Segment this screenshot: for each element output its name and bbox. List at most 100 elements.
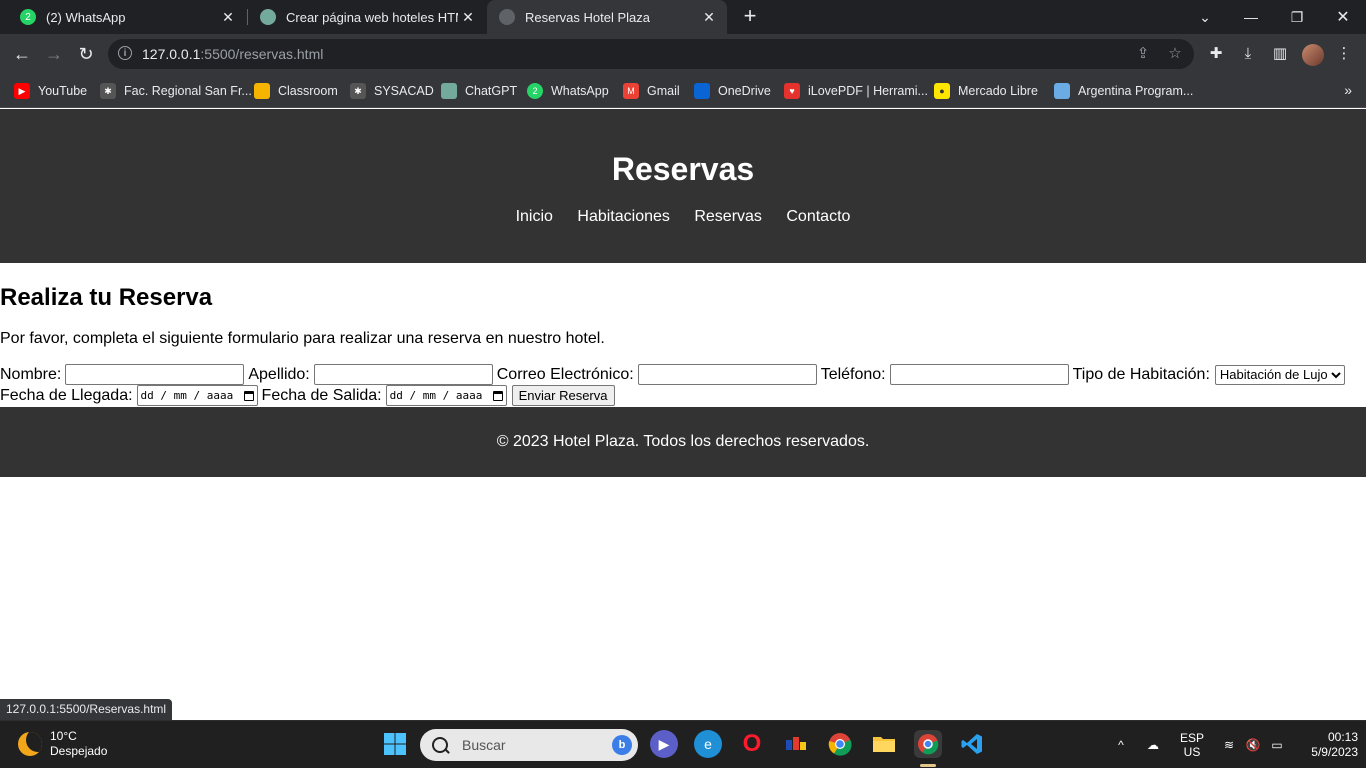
site-footer: © 2023 Hotel Plaza. Todos los derechos r… — [0, 407, 1366, 477]
clock[interactable]: 00:13 5/9/2023 — [1296, 721, 1358, 769]
url-host: 127.0.0.1 — [142, 46, 201, 62]
nav-reservas[interactable]: Reservas — [694, 208, 762, 225]
bookmark-onedrive[interactable]: OneDrive — [694, 82, 771, 100]
bing-icon[interactable]: b — [612, 735, 632, 755]
form-row-2: Fecha de Llegada: dd / mm / aaaa Fecha d… — [0, 385, 615, 406]
extensions-puzzle-icon[interactable]: ✚ — [1206, 44, 1226, 64]
tab-title: (2) WhatsApp — [46, 9, 126, 25]
gmail-icon: M — [623, 83, 639, 99]
telefono-input[interactable] — [889, 364, 1069, 385]
nav-habitaciones[interactable]: Habitaciones — [577, 208, 670, 225]
calendar-icon[interactable] — [492, 390, 503, 401]
moon-icon — [18, 732, 42, 756]
globe-icon — [499, 9, 515, 25]
menu-kebab-icon[interactable]: ⋮ — [1334, 44, 1354, 64]
tray-chevron-up-icon[interactable]: ^ — [1110, 721, 1132, 769]
apellido-label: Apellido: — [248, 366, 310, 383]
temperature: 10°C — [50, 729, 77, 743]
search-icon — [432, 737, 448, 753]
lang-bottom: US — [1183, 745, 1201, 759]
vscode-icon[interactable] — [958, 730, 986, 758]
opera-icon[interactable]: O — [738, 730, 766, 758]
argentina-program-icon — [1054, 83, 1070, 99]
fecha-salida-input[interactable]: dd / mm / aaaa — [385, 385, 507, 406]
bookmarks-overflow-icon[interactable]: » — [1344, 82, 1352, 98]
bookmark-utn[interactable]: ✱ Fac. Regional San Fr... — [100, 82, 252, 100]
onedrive-tray-icon[interactable]: ☁ — [1142, 721, 1164, 769]
bookmark-label: ChatGPT — [465, 84, 518, 98]
teams-chat-icon[interactable]: ▶ — [650, 730, 678, 758]
side-panel-icon[interactable]: ▥ — [1270, 44, 1290, 64]
bookmark-label: Classroom — [278, 84, 338, 98]
windows-taskbar: 10°C Despejado Buscar b ▶ e O ^ ☁ ESP US… — [0, 720, 1366, 768]
windows-start-icon[interactable] — [381, 730, 409, 758]
email-input[interactable] — [637, 364, 817, 385]
bookmark-gmail[interactable]: M Gmail — [623, 82, 680, 100]
restore-icon[interactable]: ❐ — [1274, 0, 1320, 34]
ilovepdf-icon: ♥ — [784, 83, 800, 99]
share-icon[interactable]: ⇪ — [1134, 45, 1152, 63]
utn-icon: ✱ — [100, 83, 116, 99]
minimize-icon[interactable]: — — [1228, 0, 1274, 34]
telefono-label: Teléfono: — [820, 366, 886, 383]
close-tab-icon[interactable]: ✕ — [218, 9, 238, 26]
close-tab-icon[interactable]: ✕ — [699, 9, 719, 26]
tipo-habitacion-label: Tipo de Habitación: — [1072, 366, 1210, 383]
bookmark-chatgpt[interactable]: ChatGPT — [441, 82, 517, 100]
bookmark-label: YouTube — [38, 84, 88, 98]
file-explorer-icon[interactable] — [870, 730, 898, 758]
date-placeholder: dd / mm / aaaa — [140, 389, 234, 402]
calendar-icon[interactable] — [243, 390, 254, 401]
correo-label: Correo Electrónico: — [496, 366, 634, 383]
taskbar-search[interactable]: Buscar b — [420, 729, 638, 761]
chrome-icon[interactable] — [826, 730, 854, 758]
weather-condition: Despejado — [50, 744, 108, 758]
enviar-reserva-button[interactable]: Enviar Reserva — [511, 385, 615, 406]
site-nav: Inicio Habitaciones Reservas Contacto — [0, 208, 1366, 226]
bookmark-argentina-program[interactable]: Argentina Program... — [1054, 82, 1193, 100]
nombre-input[interactable] — [65, 364, 245, 385]
download-icon[interactable]: ⤓ — [1238, 44, 1258, 64]
back-arrow-icon[interactable]: ← — [8, 40, 36, 68]
bookmark-classroom[interactable]: Classroom — [254, 82, 338, 100]
active-app-indicator — [920, 764, 936, 767]
profile-avatar[interactable] — [1302, 44, 1324, 66]
bookmark-whatsapp[interactable]: 2 WhatsApp — [527, 82, 609, 100]
bookmark-sysacad[interactable]: ✱ SYSACAD — [350, 82, 434, 100]
wifi-icon[interactable]: ≋ — [1218, 721, 1240, 769]
new-tab-plus-icon[interactable]: + — [738, 5, 762, 29]
reload-icon[interactable]: ↻ — [72, 40, 100, 68]
chatgpt-icon — [260, 9, 276, 25]
battery-icon[interactable]: ▭ — [1266, 721, 1288, 769]
forward-arrow-icon[interactable]: → — [40, 40, 68, 68]
tab-chatgpt[interactable]: Crear página web hoteles HTML/ ✕ — [248, 0, 486, 34]
close-tab-icon[interactable]: ✕ — [458, 9, 478, 26]
tab-reservas-active[interactable]: Reservas Hotel Plaza ✕ — [487, 0, 727, 34]
clock-date: 5/9/2023 — [1311, 745, 1358, 759]
close-window-icon[interactable]: ✕ — [1320, 0, 1366, 34]
chrome-profile-active-icon[interactable] — [914, 730, 942, 758]
nav-inicio[interactable]: Inicio — [516, 208, 553, 225]
weather-widget[interactable]: 10°C Despejado — [18, 729, 107, 759]
bookmark-star-icon[interactable]: ☆ — [1166, 45, 1184, 63]
intro-text: Por favor, completa el siguiente formula… — [0, 330, 605, 347]
tab-title: Reservas Hotel Plaza — [525, 9, 650, 25]
lang-top: ESP — [1179, 731, 1204, 745]
fecha-llegada-label: Fecha de Llegada: — [0, 387, 133, 404]
apellido-input[interactable] — [313, 364, 493, 385]
tab-whatsapp[interactable]: 2 (2) WhatsApp ✕ — [8, 0, 246, 34]
tipo-habitacion-select[interactable]: Habitación de Lujo — [1214, 364, 1345, 385]
address-bar[interactable]: i 127.0.0.1:5500/reservas.html ⇪ ☆ — [108, 39, 1194, 69]
bookmark-mercadolibre[interactable]: ● Mercado Libre — [934, 82, 1038, 100]
office-app-icon[interactable] — [782, 730, 810, 758]
bookmark-label: iLovePDF | Herrami... — [808, 84, 928, 98]
bookmark-youtube[interactable]: ▶ YouTube — [14, 82, 87, 100]
site-info-icon[interactable]: i — [118, 46, 132, 60]
tab-search-chevron-icon[interactable]: ⌄ — [1182, 0, 1228, 34]
bookmark-ilovepdf[interactable]: ♥ iLovePDF | Herrami... — [784, 82, 928, 100]
edge-icon[interactable]: e — [694, 730, 722, 758]
volume-muted-icon[interactable]: 🔇 — [1242, 721, 1264, 769]
nav-contacto[interactable]: Contacto — [786, 208, 850, 225]
fecha-llegada-input[interactable]: dd / mm / aaaa — [136, 385, 258, 406]
language-indicator[interactable]: ESP US — [1176, 721, 1208, 769]
